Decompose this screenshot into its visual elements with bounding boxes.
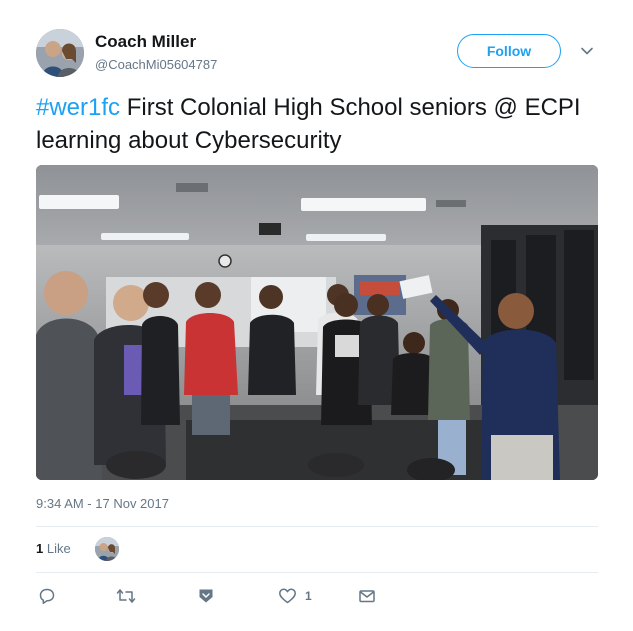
likes-count: 1 [36,541,44,556]
likes-label: Like [46,541,71,556]
reply-icon [38,587,56,605]
envelope-icon [358,587,376,605]
author-handle[interactable]: @CoachMi05604787 [95,57,217,72]
heart-icon [278,587,297,605]
like-button[interactable]: 1 [278,586,312,606]
bookmark-button[interactable] [197,586,215,606]
likes-summary[interactable]: 1 Like [36,541,71,556]
chevron-down-icon[interactable] [580,44,594,58]
tweet-timestamp[interactable]: 9:34 AM - 17 Nov 2017 [36,496,169,511]
follow-button[interactable]: Follow [457,34,561,68]
bookmark-icon [197,587,215,605]
liker-avatar[interactable] [95,537,119,561]
reply-button[interactable] [38,586,56,606]
direct-message-button[interactable] [358,586,376,606]
author-avatar[interactable] [36,29,84,77]
retweet-icon [116,587,136,605]
tweet-card: Coach Miller @CoachMi05604787 Follow #we… [0,0,633,631]
author-name[interactable]: Coach Miller [95,32,196,52]
tweet-photo[interactable] [36,165,598,480]
hashtag-link[interactable]: #wer1fc [36,94,120,121]
divider [36,526,598,527]
like-count: 1 [305,589,312,603]
tweet-text: #wer1fc First Colonial High School senio… [36,91,601,157]
divider [36,572,598,573]
retweet-button[interactable] [116,586,136,606]
